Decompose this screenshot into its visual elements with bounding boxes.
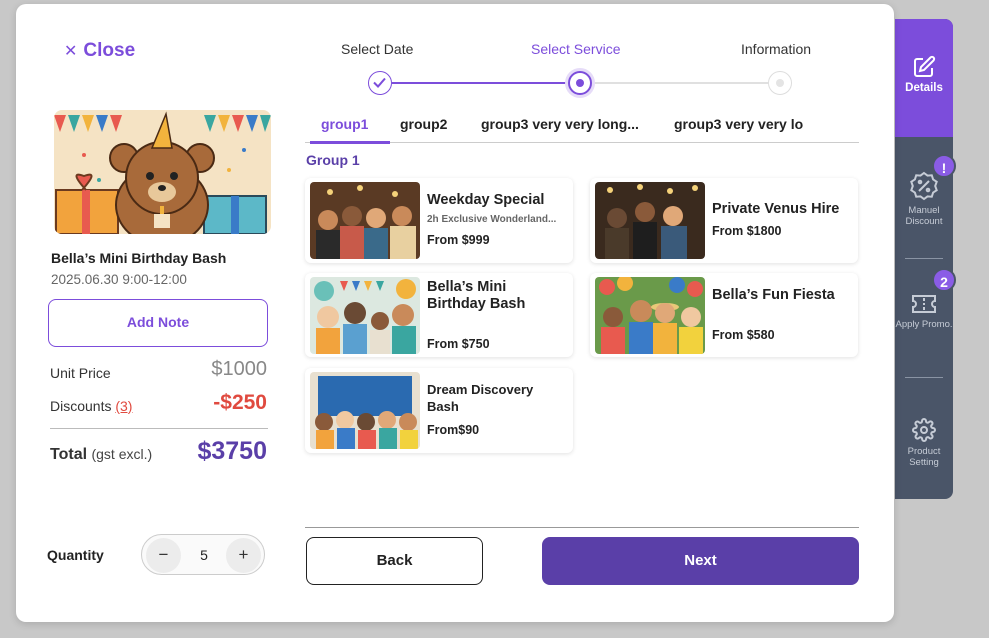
- service-price: From $1800: [712, 224, 782, 238]
- discounts-count-link[interactable]: (3): [115, 398, 132, 414]
- quantity-label: Quantity: [47, 547, 104, 563]
- edit-icon: [914, 55, 936, 77]
- item-thumbnail: [54, 110, 271, 234]
- step-label-select-service: Select Service: [531, 41, 621, 57]
- total-value: $3750: [197, 437, 267, 465]
- divider: [50, 428, 268, 429]
- service-card-bellas-mini-birthday-bash[interactable]: Bella’s Mini Birthday Bash From $750: [305, 273, 573, 357]
- service-photo: [310, 372, 420, 449]
- side-divider: [905, 377, 943, 378]
- discount-value: -$250: [213, 391, 267, 414]
- side-item-apply-promo[interactable]: Apply Promo.: [895, 293, 953, 330]
- side-item-label: Product Setting: [907, 446, 941, 468]
- pending-dot: [776, 79, 784, 87]
- next-button[interactable]: Next: [542, 537, 859, 585]
- discounts-label: Discounts: [50, 398, 112, 414]
- ticket-icon: [912, 295, 936, 313]
- close-icon: ✕: [64, 43, 78, 60]
- service-photo: [595, 182, 705, 259]
- service-card-weekday-special[interactable]: Weekday Special 2h Exclusive Wonderland.…: [305, 178, 573, 263]
- side-item-manuel-discount[interactable]: Manuel Discount: [895, 171, 953, 227]
- step-circle-current: [568, 71, 592, 95]
- gear-icon: [912, 418, 936, 442]
- total-label: Total: [50, 446, 88, 463]
- total-sublabel: (gst excl.): [91, 446, 153, 462]
- discount-badge: !: [932, 154, 956, 178]
- unit-price-value: $1000: [211, 358, 267, 380]
- side-panel: Details Manuel Discount ! 2 Apply Promo.…: [895, 19, 956, 499]
- service-price: From $999: [427, 233, 490, 247]
- close-button[interactable]: ✕ Close: [64, 40, 135, 62]
- side-item-label: Apply Promo.: [895, 319, 953, 330]
- service-price: From $750: [427, 337, 490, 351]
- service-price: From $580: [712, 328, 775, 342]
- service-title: Private Venus Hire: [712, 201, 840, 217]
- service-photo: [595, 277, 705, 354]
- discounts-row: Discounts (3): [50, 398, 132, 414]
- current-dot: [576, 79, 584, 87]
- side-item-label: Manuel Discount: [905, 205, 943, 227]
- promo-badge: 2: [932, 268, 956, 292]
- side-item-product-setting[interactable]: Product Setting: [895, 418, 953, 468]
- service-photo: [310, 182, 420, 259]
- tab-active-indicator: [310, 141, 390, 144]
- side-divider: [905, 258, 943, 259]
- service-card-private-venus-hire[interactable]: Private Venus Hire From $1800: [590, 178, 858, 263]
- increment-button[interactable]: +: [226, 538, 261, 573]
- tab-group2[interactable]: group2: [400, 116, 447, 132]
- service-card-bellas-fun-fiesta[interactable]: Bella’s Fun Fiesta From $580: [590, 273, 858, 357]
- service-title: Dream Discovery Bash: [427, 382, 534, 414]
- item-title: Bella’s Mini Birthday Bash: [51, 250, 227, 266]
- step-label-information: Information: [741, 41, 812, 57]
- tab-group3[interactable]: group3 very very long...: [481, 116, 639, 132]
- check-icon: [373, 77, 386, 88]
- step-circle-pending: [768, 71, 792, 95]
- service-description: 2h Exclusive Wonderland...: [427, 214, 557, 225]
- total-row: Total (gst excl.): [50, 446, 152, 464]
- service-title: Weekday Special: [427, 192, 545, 208]
- add-note-button[interactable]: Add Note: [48, 299, 268, 347]
- step-label-select-date: Select Date: [341, 41, 414, 57]
- back-button[interactable]: Back: [306, 537, 483, 585]
- unit-price-label: Unit Price: [50, 365, 111, 381]
- close-label: Close: [83, 40, 136, 61]
- footer-divider: [305, 527, 859, 528]
- service-card-dream-discovery-bash[interactable]: Dream Discovery Bash From$90: [305, 368, 573, 453]
- discount-icon: [910, 171, 938, 201]
- side-item-details[interactable]: Details: [895, 19, 953, 137]
- service-price: From$90: [427, 423, 480, 437]
- step-circle-done: [368, 71, 392, 95]
- decrement-button[interactable]: −: [146, 538, 181, 573]
- service-title: Bella’s Mini Birthday Bash: [427, 279, 526, 312]
- quantity-stepper: − 5 +: [141, 534, 265, 575]
- service-title: Bella’s Fun Fiesta: [712, 287, 835, 303]
- group-heading: Group 1: [306, 152, 360, 168]
- progress-line-complete: [392, 82, 568, 84]
- item-date: 2025.06.30 9:00-12:00: [51, 272, 187, 287]
- service-photo: [310, 277, 420, 354]
- progress-line-pending: [592, 82, 768, 84]
- tab-group3-overflow[interactable]: group3 very very lo: [674, 116, 807, 132]
- quantity-value[interactable]: 5: [192, 547, 216, 563]
- side-item-label: Details: [905, 82, 943, 94]
- tab-group1[interactable]: group1: [321, 116, 368, 132]
